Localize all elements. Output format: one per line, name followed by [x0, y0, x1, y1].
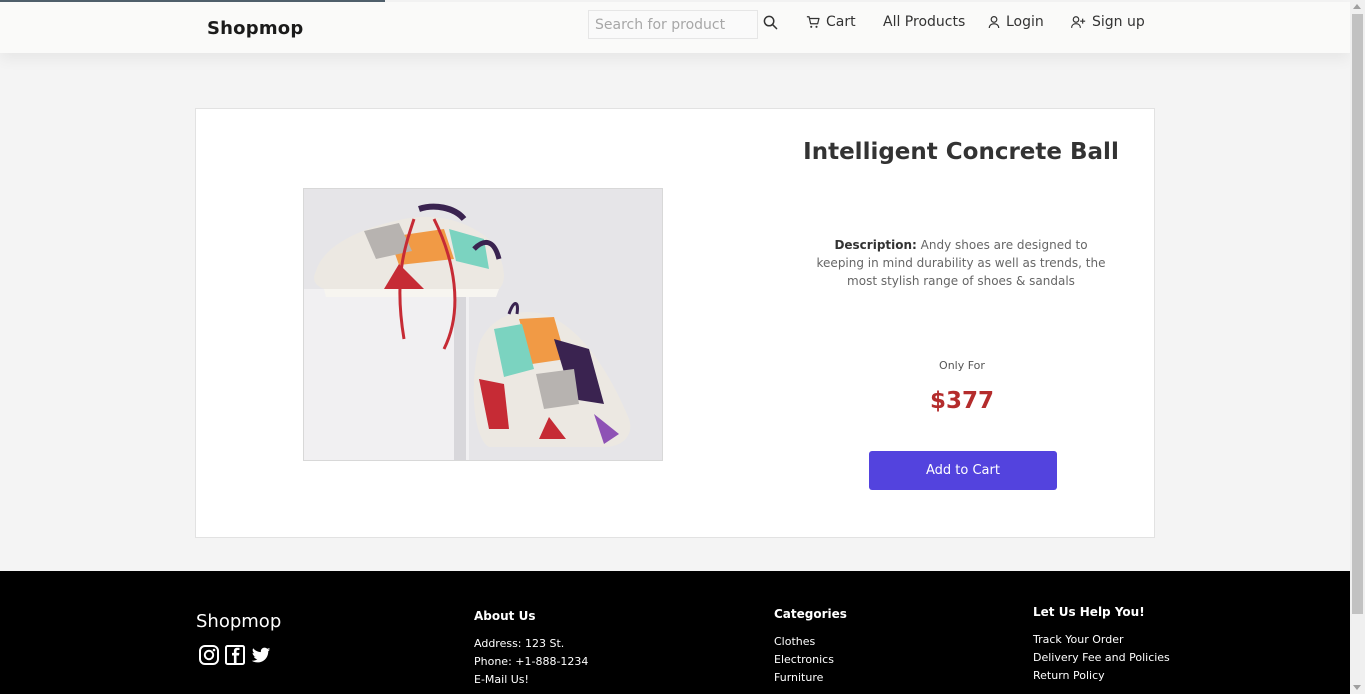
search-icon[interactable] [763, 15, 778, 30]
social-links [198, 644, 272, 671]
user-icon [988, 15, 1000, 29]
product-description: Description: Andy shoes are designed to … [816, 236, 1106, 290]
vertical-scrollbar[interactable] [1350, 0, 1365, 694]
add-to-cart-button[interactable]: Add to Cart [869, 451, 1057, 490]
nav-cart[interactable]: Cart [806, 14, 856, 30]
category-link[interactable]: Furniture [774, 669, 847, 687]
help-link[interactable]: Delivery Fee and Policies [1033, 649, 1170, 667]
scroll-thumb[interactable] [1352, 14, 1363, 614]
footer: Shopmop About Us Address: 123 St. Phone:… [0, 571, 1350, 694]
scroll-up-arrow-icon[interactable] [1353, 4, 1361, 9]
user-plus-icon [1071, 15, 1086, 29]
cart-icon [806, 15, 820, 29]
page: Shopmop Cart All Products Login Sign up [0, 0, 1350, 694]
facebook-icon[interactable] [224, 644, 246, 671]
nav-login-label: Login [1006, 14, 1044, 30]
footer-categories: Categories Clothes Electronics Furniture [774, 607, 847, 687]
brand-logo[interactable]: Shopmop [207, 18, 303, 39]
category-link[interactable]: Clothes [774, 633, 847, 651]
help-link[interactable]: Track Your Order [1033, 631, 1170, 649]
search-input[interactable] [588, 10, 758, 39]
nav-login[interactable]: Login [988, 14, 1044, 30]
footer-brand: Shopmop [196, 611, 282, 632]
price-caption: Only For [939, 359, 985, 372]
navbar: Shopmop Cart All Products Login Sign up [0, 2, 1350, 53]
about-email-link[interactable]: E-Mail Us! [474, 671, 588, 689]
product-price: $377 [929, 388, 994, 414]
about-phone: Phone: +1-888-1234 [474, 655, 589, 668]
nav-signup[interactable]: Sign up [1071, 14, 1145, 30]
nav-all-products[interactable]: All Products [883, 14, 965, 30]
description-label: Description: [834, 238, 917, 252]
help-heading: Let Us Help You! [1033, 605, 1145, 619]
nav-cart-label: Cart [826, 14, 856, 30]
nav-all-products-label: All Products [883, 14, 966, 30]
nav-signup-label: Sign up [1092, 14, 1145, 30]
help-link[interactable]: Return Policy [1033, 667, 1170, 685]
footer-help: Let Us Help You! Track Your Order Delive… [1033, 605, 1170, 685]
product-image [303, 188, 663, 461]
about-heading: About Us [474, 609, 536, 623]
about-address: Address: 123 St. [474, 637, 565, 650]
product-title: Intelligent Concrete Ball [803, 139, 1119, 165]
twitter-icon[interactable] [250, 644, 272, 671]
footer-about: About Us Address: 123 St. Phone: +1-888-… [474, 609, 588, 689]
product-card: Intelligent Concrete Ball Description: A… [195, 108, 1155, 538]
instagram-icon[interactable] [198, 644, 220, 671]
scroll-down-arrow-icon[interactable] [1353, 685, 1361, 690]
category-link[interactable]: Electronics [774, 651, 847, 669]
categories-heading: Categories [774, 607, 847, 621]
